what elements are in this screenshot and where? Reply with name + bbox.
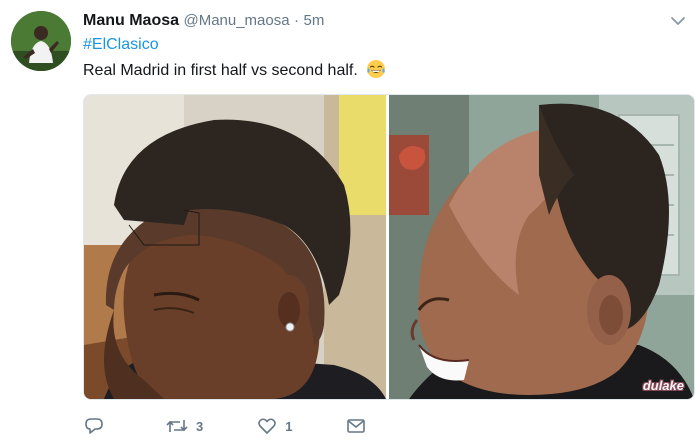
tweet-text-body: Real Madrid in first half vs second half… xyxy=(83,62,358,79)
tweet-timestamp[interactable]: 5m xyxy=(304,12,325,29)
header-separator: · xyxy=(294,12,300,29)
media-watermark: dulake xyxy=(642,378,684,393)
retweet-icon xyxy=(166,420,188,432)
heart-icon xyxy=(258,418,277,434)
tweet-header: Manu Maosa @Manu_maosa · 5m xyxy=(83,12,660,34)
like-button[interactable]: 1 xyxy=(257,416,292,436)
author-name[interactable]: Manu Maosa xyxy=(83,12,179,29)
direct-message-button[interactable] xyxy=(346,416,374,436)
chevron-down-icon[interactable] xyxy=(669,12,687,30)
retweet-button[interactable]: 3 xyxy=(166,416,203,436)
haircut-photo-right xyxy=(389,95,694,399)
tweet-text: Real Madrid in first half vs second half… xyxy=(83,59,386,80)
tweet-actions: 3 1 xyxy=(84,414,428,438)
reply-button[interactable] xyxy=(84,416,112,436)
like-count: 1 xyxy=(285,418,293,434)
haircut-photo-left xyxy=(84,95,386,399)
envelope-icon xyxy=(347,419,366,433)
media-image-left[interactable] xyxy=(84,95,386,399)
author-handle[interactable]: @Manu_maosa xyxy=(183,12,289,29)
media-image-right[interactable]: dulake xyxy=(389,95,694,399)
reply-icon xyxy=(85,418,103,434)
tweet-media[interactable]: dulake xyxy=(83,94,695,400)
author-avatar[interactable] xyxy=(11,11,71,71)
hashtag-link[interactable]: #ElClasico xyxy=(83,36,159,54)
avatar-photo xyxy=(11,11,71,71)
retweet-count: 3 xyxy=(196,418,204,434)
tears-of-joy-emoji-icon xyxy=(367,60,386,78)
